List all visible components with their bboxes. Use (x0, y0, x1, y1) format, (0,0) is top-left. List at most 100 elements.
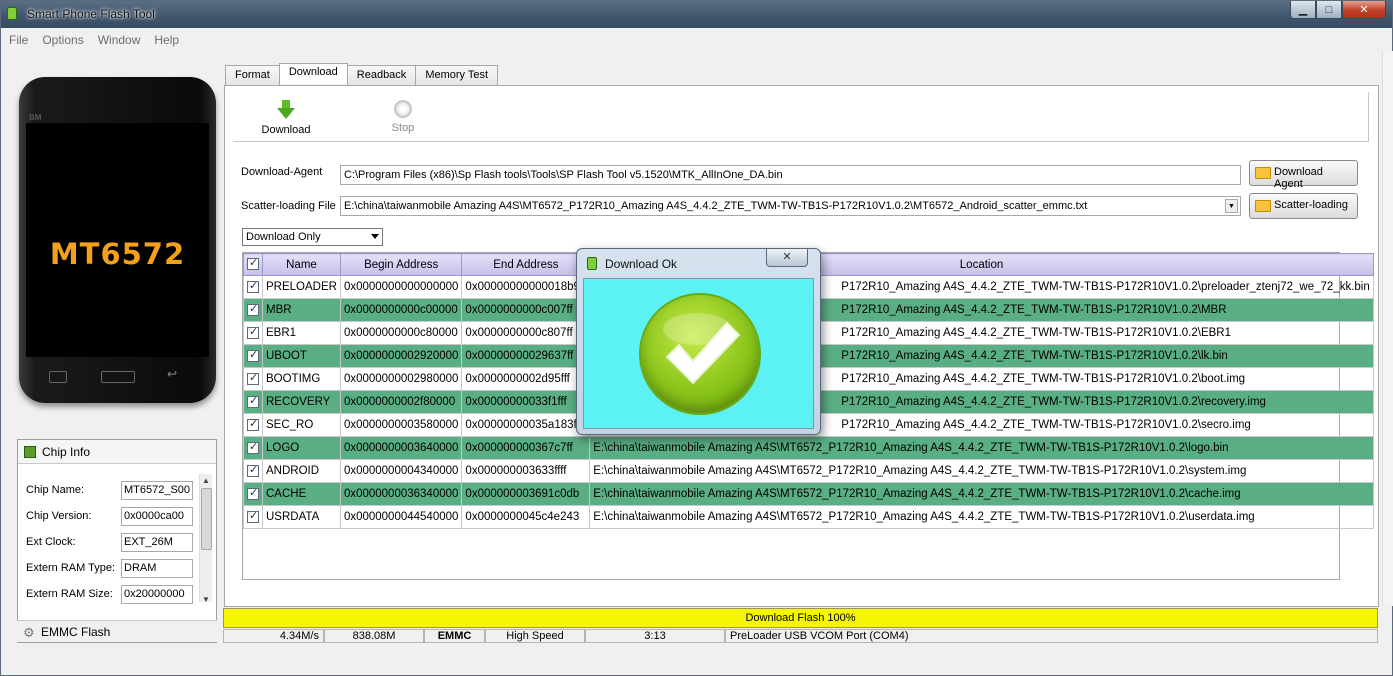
cell-name: BOOTIMG (262, 367, 341, 391)
download-button-label: Download (261, 124, 311, 136)
download-agent-button[interactable]: Download Agent (1249, 160, 1358, 190)
cell-name: MBR (262, 298, 341, 322)
phone-brand: BM (29, 113, 42, 122)
row-checkbox[interactable] (247, 394, 259, 408)
row-checkbox[interactable] (247, 486, 259, 500)
cell-checkbox (243, 344, 263, 368)
menu-file[interactable]: File (1, 29, 34, 47)
toolbar: Download Stop (233, 92, 1369, 142)
status-speed: 4.34M/s (223, 629, 324, 643)
chip-name-label: Chip Name: (26, 484, 85, 496)
ram-size-field[interactable]: 0x20000000 (121, 585, 193, 604)
chip-info-header: Chip Info (18, 440, 216, 464)
cell-end-address: 0x000000003691c0db (461, 482, 591, 506)
gear-icon: ⚙ (23, 625, 35, 640)
cell-end-address: 0x000000003633ffff (461, 459, 591, 483)
row-checkbox[interactable] (247, 417, 259, 431)
close-button[interactable]: ✕ (1342, 1, 1386, 19)
scroll-up-icon[interactable]: ▲ (202, 476, 210, 485)
emmc-flash-label: EMMC Flash (41, 625, 111, 639)
select-all-checkbox[interactable] (243, 253, 263, 276)
ram-type-field[interactable]: DRAM (121, 559, 193, 578)
table-row[interactable]: USRDATA0x00000000445400000x0000000045c4e… (243, 505, 1374, 529)
row-checkbox[interactable] (247, 371, 259, 385)
cell-location-path: P172R10_Amazing A4S_4.4.2_ZTE_TWM-TW-TB1… (841, 281, 1370, 293)
download-mode-select[interactable]: Download Only (242, 228, 383, 246)
chip-name-field[interactable]: MT6572_S00 (121, 481, 193, 500)
row-checkbox[interactable] (247, 302, 259, 316)
title-bar[interactable]: Smart Phone Flash Tool ▁ □ ✕ (1, 1, 1392, 28)
row-checkbox[interactable] (247, 348, 259, 362)
download-arrow-icon (277, 100, 295, 120)
cell-checkbox (243, 298, 263, 322)
download-mode-value: Download Only (246, 231, 321, 243)
dialog-body (583, 278, 814, 429)
row-checkbox[interactable] (247, 509, 259, 523)
cell-begin-address: 0x0000000000c80000 (339, 321, 463, 345)
cell-location: E:\china\taiwanmobile Amazing A4S\MT6572… (589, 459, 1374, 483)
ext-clock-field[interactable]: EXT_26M (121, 533, 193, 552)
tab-format[interactable]: Format (225, 65, 280, 85)
stop-button-label: Stop (391, 122, 415, 134)
chip-info-scrollbar[interactable]: ▲ ▼ (199, 474, 212, 604)
status-port: PreLoader USB VCOM Port (COM4) (725, 629, 1378, 643)
minimize-button[interactable]: ▁ (1290, 1, 1316, 19)
emmc-flash-panel[interactable]: ⚙ EMMC Flash (17, 620, 217, 642)
cell-location: E:\china\taiwanmobile Amazing A4S\MT6572… (589, 505, 1374, 529)
download-agent-input[interactable]: C:\Program Files (x86)\Sp Flash tools\To… (340, 165, 1241, 185)
window-scrollbar[interactable] (1382, 51, 1393, 606)
menu-window[interactable]: Window (90, 29, 147, 47)
stop-button[interactable]: Stop (383, 100, 423, 134)
cell-location-path: P172R10_Amazing A4S_4.4.2_ZTE_TWM-TW-TB1… (841, 373, 1246, 385)
table-row[interactable]: CACHE0x00000000363400000x000000003691c0d… (243, 482, 1374, 506)
status-storage: EMMC (424, 629, 485, 643)
folder-icon (1255, 167, 1271, 179)
download-button[interactable]: Download (261, 100, 311, 136)
cell-end-address: 0x0000000002d95fff (461, 367, 591, 391)
tab-memory-test[interactable]: Memory Test (415, 65, 499, 85)
main-window: Smart Phone Flash Tool ▁ □ ✕ File Options… (0, 0, 1393, 676)
success-check-icon (641, 295, 759, 413)
cell-name: PRELOADER (262, 275, 341, 299)
menu-help[interactable]: Help (146, 29, 185, 47)
progress-bar: Download Flash 100% (223, 608, 1378, 628)
cell-name: UBOOT (262, 344, 341, 368)
tab-readback[interactable]: Readback (346, 65, 417, 85)
chip-info-title: Chip Info (42, 445, 91, 459)
ram-size-label: Extern RAM Size: (26, 588, 113, 600)
row-checkbox[interactable] (247, 325, 259, 339)
row-checkbox[interactable] (247, 440, 259, 454)
scroll-down-icon[interactable]: ▼ (202, 595, 210, 604)
scroll-thumb[interactable] (201, 488, 212, 550)
chevron-down-icon[interactable]: ▼ (1225, 199, 1238, 213)
status-size: 838.08M (324, 629, 424, 643)
status-usb-speed: High Speed (485, 629, 585, 643)
maximize-button[interactable]: □ (1316, 1, 1342, 19)
cell-checkbox (243, 459, 263, 483)
home-key-icon (101, 371, 135, 383)
row-checkbox[interactable] (247, 279, 259, 293)
chip-version-field[interactable]: 0x0000ca00 (121, 507, 193, 526)
scatter-input-value: E:\china\taiwanmobile Amazing A4S\MT6572… (344, 200, 1088, 212)
cell-checkbox (243, 505, 263, 529)
cell-checkbox (243, 482, 263, 506)
table-row[interactable]: LOGO0x00000000036400000x000000000367c7ff… (243, 436, 1374, 460)
table-row[interactable]: ANDROID0x00000000043400000x000000003633f… (243, 459, 1374, 483)
chevron-down-icon (371, 234, 379, 239)
scatter-loading-button[interactable]: Scatter-loading (1249, 193, 1358, 219)
tab-bar: Format Download Readback Memory Test (225, 63, 499, 85)
status-bar: 4.34M/s 838.08M EMMC High Speed 3:13 Pre… (223, 629, 1378, 643)
menu-options[interactable]: Options (34, 29, 89, 47)
cell-name: SEC_RO (262, 413, 341, 437)
row-checkbox[interactable] (247, 463, 259, 477)
scatter-input[interactable]: E:\china\taiwanmobile Amazing A4S\MT6572… (340, 196, 1241, 216)
cell-end-address: 0x00000000035a183f (461, 413, 591, 437)
tab-download[interactable]: Download (278, 63, 348, 84)
cell-begin-address: 0x0000000004340000 (339, 459, 463, 483)
cell-name: LOGO (262, 436, 341, 460)
chip-version-label: Chip Version: (26, 510, 92, 522)
cell-begin-address: 0x0000000044540000 (339, 505, 463, 529)
dialog-close-button[interactable]: ✕ (766, 249, 808, 267)
dialog-app-icon (587, 257, 597, 270)
cell-begin-address: 0x0000000002f80000 (339, 390, 463, 414)
